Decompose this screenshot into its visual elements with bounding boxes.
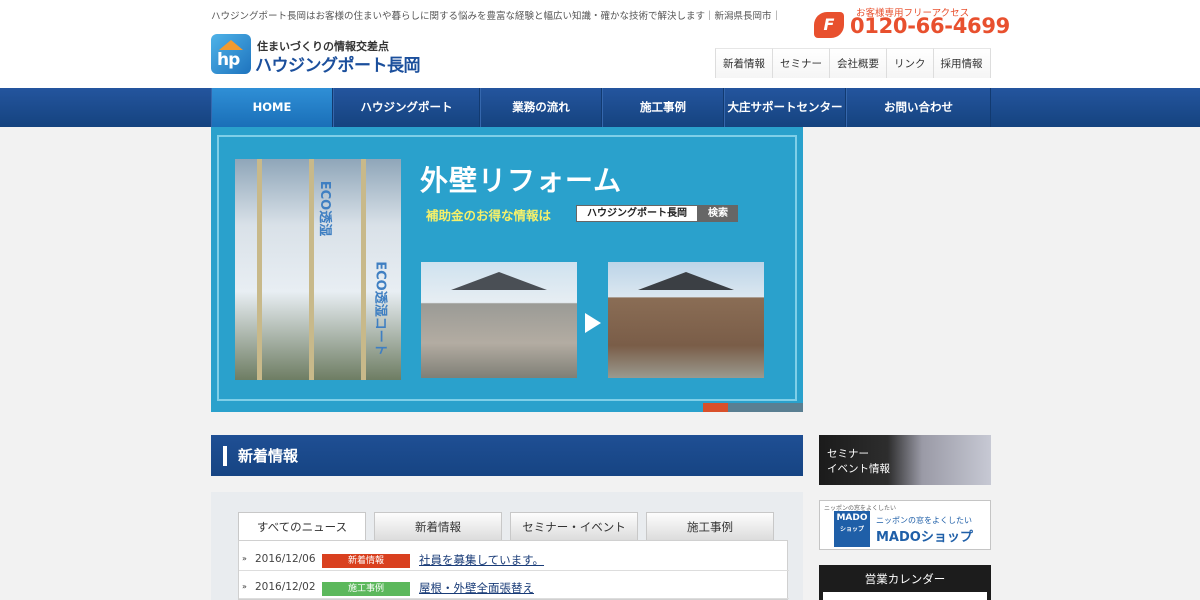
news-category-badge: 施工事例	[322, 582, 410, 596]
banner-search-label: 検索	[698, 205, 738, 222]
header-subnav: 新着情報 セミナー 会社概要 リンク 採用情報	[715, 48, 991, 78]
tab-all-news[interactable]: すべてのニュース	[238, 512, 366, 540]
slider-dot[interactable]	[728, 403, 803, 412]
banner-title: 外壁リフォーム	[420, 164, 623, 197]
main-nav: HOME ハウジングポート 業務の流れ 施工事例 大庄サポートセンター お問い合…	[0, 88, 1200, 127]
logo-name: ハウジングポート長岡	[255, 56, 421, 76]
tel-number[interactable]: 0120-66-4699	[850, 14, 1010, 38]
double-chevron-icon: »	[242, 582, 247, 591]
seminar-banner-line2: イベント情報	[827, 463, 890, 475]
subnav-news[interactable]: 新着情報	[715, 48, 772, 78]
nav-contact[interactable]: お問い合わせ	[846, 88, 991, 127]
mado-logo-icon: MADO ショップ	[834, 511, 870, 547]
seminar-banner-line1: セミナー	[827, 448, 869, 460]
free-dial-icon: F	[814, 12, 844, 38]
news-row[interactable]: » 2016/12/06 新着情報 社員を募集しています。	[239, 549, 789, 571]
banner-search-keyword: ハウジングポート長岡	[576, 205, 698, 222]
news-title-link[interactable]: 社員を募集しています。	[419, 552, 544, 568]
mado-tagline: ニッポンの窓をよくしたい	[876, 516, 972, 525]
news-section-title: 新着情報	[238, 447, 299, 465]
slider-dot-active[interactable]	[703, 403, 728, 412]
banner-subtitle: 補助金のお得な情報は	[426, 208, 552, 223]
news-row[interactable]: » 2016/12/02 施工事例 屋根・外壁全面張替え	[239, 577, 789, 599]
tab-works[interactable]: 施工事例	[646, 512, 774, 540]
mado-name: MADOショップ	[876, 530, 973, 545]
nav-works[interactable]: 施工事例	[602, 88, 724, 127]
logo-house-icon: hp	[211, 34, 251, 74]
news-title-link[interactable]: 屋根・外壁全面張替え	[419, 580, 534, 596]
banner-photo-before	[421, 262, 577, 378]
subnav-seminar[interactable]: セミナー	[772, 48, 829, 78]
news-tabs: すべてのニュース 新着情報 セミナー・イベント 施工事例	[238, 512, 782, 540]
news-category-badge: 新着情報	[322, 554, 410, 568]
subnav-links[interactable]: リンク	[886, 48, 933, 78]
subnav-recruit[interactable]: 採用情報	[932, 48, 991, 78]
tab-seminar-event[interactable]: セミナー・イベント	[510, 512, 638, 540]
nav-workflow[interactable]: 業務の流れ	[480, 88, 602, 127]
site-header: ハウジングポート長岡はお客様の住まいや暮らしに関する悩みを豊富な経験と幅広い知識…	[0, 0, 1200, 88]
sidebar-seminar-banner[interactable]: セミナー イベント情報	[819, 435, 991, 485]
sidebar-mado-banner[interactable]: ニッポンの窓をよくしたい MADO ショップ ニッポンの窓をよくしたい MADO…	[819, 500, 991, 550]
news-list: » 2016/12/06 新着情報 社員を募集しています。 » 2016/12/…	[238, 540, 789, 600]
site-tagline: ハウジングポート長岡はお客様の住まいや暮らしに関する悩みを豊富な経験と幅広い知識…	[211, 11, 782, 22]
news-date: 2016/12/06	[255, 553, 316, 565]
nav-housing-port[interactable]: ハウジングポート	[333, 88, 480, 127]
banner-photo-after	[608, 262, 764, 378]
banner-wall-photo: ECO透湿 ECO透湿コート	[235, 159, 401, 380]
tab-news[interactable]: 新着情報	[374, 512, 502, 540]
site-logo[interactable]: hp 住まいづくりの情報交差点 ハウジングポート長岡	[211, 34, 471, 76]
news-panel: すべてのニュース 新着情報 セミナー・イベント 施工事例 » 2016/12/0…	[211, 492, 803, 600]
double-chevron-icon: »	[242, 554, 247, 563]
news-date: 2016/12/02	[255, 581, 316, 593]
subnav-company[interactable]: 会社概要	[829, 48, 886, 78]
arrow-right-icon	[585, 313, 601, 333]
sidebar-calendar: 営業カレンダー	[819, 565, 991, 600]
slider-progress	[211, 403, 803, 412]
news-section-header: 新着情報	[211, 435, 803, 476]
nav-support-center[interactable]: 大庄サポートセンター	[724, 88, 846, 127]
hero-banner[interactable]: ECO透湿 ECO透湿コート 外壁リフォーム 補助金のお得な情報は ハウジングポ…	[211, 127, 803, 412]
nav-home[interactable]: HOME	[211, 88, 333, 127]
calendar-title: 営業カレンダー	[864, 572, 946, 586]
